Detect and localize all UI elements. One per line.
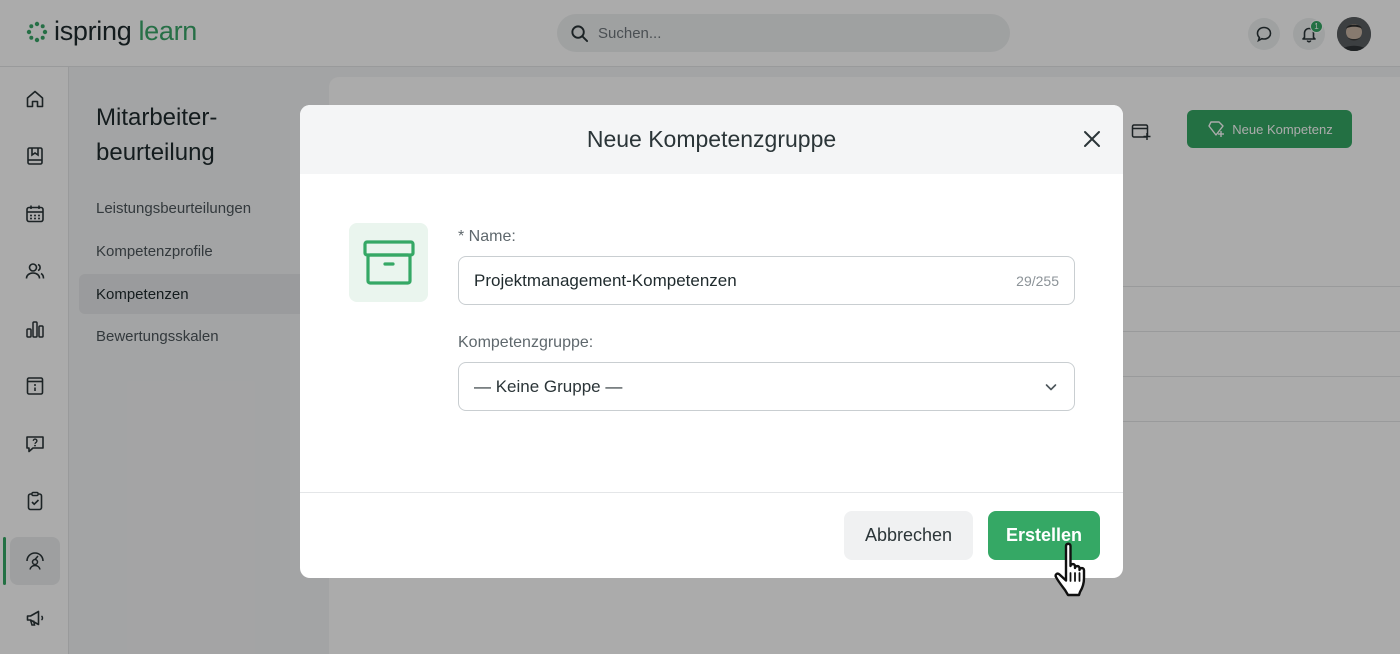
group-icon-box xyxy=(349,223,428,302)
hand-pointer-icon xyxy=(1054,542,1086,597)
cancel-button[interactable]: Abbrechen xyxy=(844,511,973,560)
archive-box-icon xyxy=(362,239,415,285)
new-competency-group-dialog: Neue Kompetenzgruppe * Name: Projektmana… xyxy=(300,105,1123,578)
dialog-header: Neue Kompetenzgruppe xyxy=(300,105,1123,174)
footer-divider xyxy=(300,492,1123,493)
name-value: Projektmanagement-Kompetenzen xyxy=(474,270,737,290)
name-field[interactable]: Projektmanagement-Kompetenzen 29/255 xyxy=(458,256,1075,305)
close-button[interactable] xyxy=(1080,127,1104,151)
app-background: ispring learn Suchen... 1 Mitarbeiter-be… xyxy=(0,0,1400,654)
chevron-down-icon xyxy=(1045,383,1057,390)
dialog-title: Neue Kompetenzgruppe xyxy=(586,126,837,152)
name-label: * Name: xyxy=(458,228,516,245)
group-label: Kompetenzgruppe: xyxy=(458,334,594,351)
close-icon xyxy=(1084,131,1100,147)
competency-group-select[interactable]: — Keine Gruppe — xyxy=(458,362,1075,411)
group-select-value: — Keine Gruppe — xyxy=(474,376,623,396)
character-counter: 29/255 xyxy=(1016,272,1059,289)
